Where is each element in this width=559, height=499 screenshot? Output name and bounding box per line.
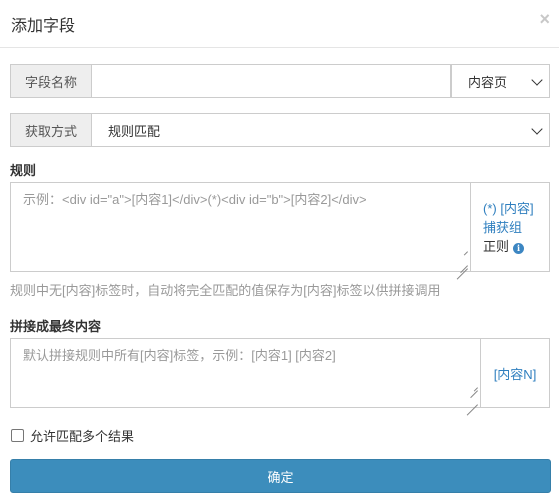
chevron-down-icon xyxy=(531,123,543,135)
field-name-input[interactable] xyxy=(92,64,451,98)
method-row: 获取方式 规则匹配 xyxy=(10,113,550,147)
chevron-down-icon xyxy=(531,74,543,86)
concat-group: 默认拼接规则中所有[内容]标签，示例：[内容1] [内容2] [内容N] xyxy=(10,338,550,416)
field-name-addon: 字段名称 xyxy=(10,64,92,98)
resize-grip-icon[interactable] xyxy=(466,387,478,416)
concat-textarea[interactable]: 默认拼接规则中所有[内容]标签，示例：[内容1] [内容2] xyxy=(10,338,481,416)
confirm-button[interactable]: 确定 xyxy=(10,459,551,493)
concat-side-panel: [内容N] xyxy=(481,338,550,408)
allow-multiple-label[interactable]: 允许匹配多个结果 xyxy=(30,426,134,445)
method-addon: 获取方式 xyxy=(10,113,92,147)
concat-label: 拼接成最终内容 xyxy=(10,319,102,334)
close-icon[interactable]: × xyxy=(539,10,550,28)
dialog-header: 添加字段 × xyxy=(0,0,559,48)
capture-group-link-line1[interactable]: (*) [内容] xyxy=(483,199,549,218)
source-select[interactable]: 内容页 xyxy=(451,64,550,98)
method-select-value: 规则匹配 xyxy=(108,123,161,139)
dialog-title: 添加字段 xyxy=(11,18,76,35)
content-n-link[interactable]: [内容N] xyxy=(494,364,537,383)
resize-grip-icon[interactable] xyxy=(456,251,468,280)
info-icon[interactable]: i xyxy=(513,243,525,254)
concat-placeholder: 默认拼接规则中所有[内容]标签，示例：[内容1] [内容2] xyxy=(23,348,336,363)
rule-label: 规则 xyxy=(10,163,37,178)
regex-text: 正则 xyxy=(483,239,510,254)
rule-help-text: 规则中无[内容]标签时，自动将完全匹配的值保存为[内容]标签以供拼接调用 xyxy=(10,283,441,298)
rule-textarea[interactable]: 示例：<div id="a">[内容1]</div>(*)<div id="b"… xyxy=(10,182,471,280)
rule-side-panel: (*) [内容] 捕获组 正则 i xyxy=(471,182,550,272)
capture-group-link-line2[interactable]: 捕获组 xyxy=(483,218,549,237)
rule-group: 示例：<div id="a">[内容1]</div>(*)<div id="b"… xyxy=(10,182,550,280)
source-select-value: 内容页 xyxy=(468,74,508,90)
allow-multiple-row: 允许匹配多个结果 xyxy=(11,426,134,445)
field-name-row: 字段名称 内容页 xyxy=(10,64,550,98)
rule-placeholder: 示例：<div id="a">[内容1]</div>(*)<div id="b"… xyxy=(23,192,367,207)
method-select[interactable]: 规则匹配 xyxy=(92,113,550,147)
allow-multiple-checkbox[interactable] xyxy=(11,429,24,442)
regex-help: 正则 i xyxy=(483,237,549,256)
